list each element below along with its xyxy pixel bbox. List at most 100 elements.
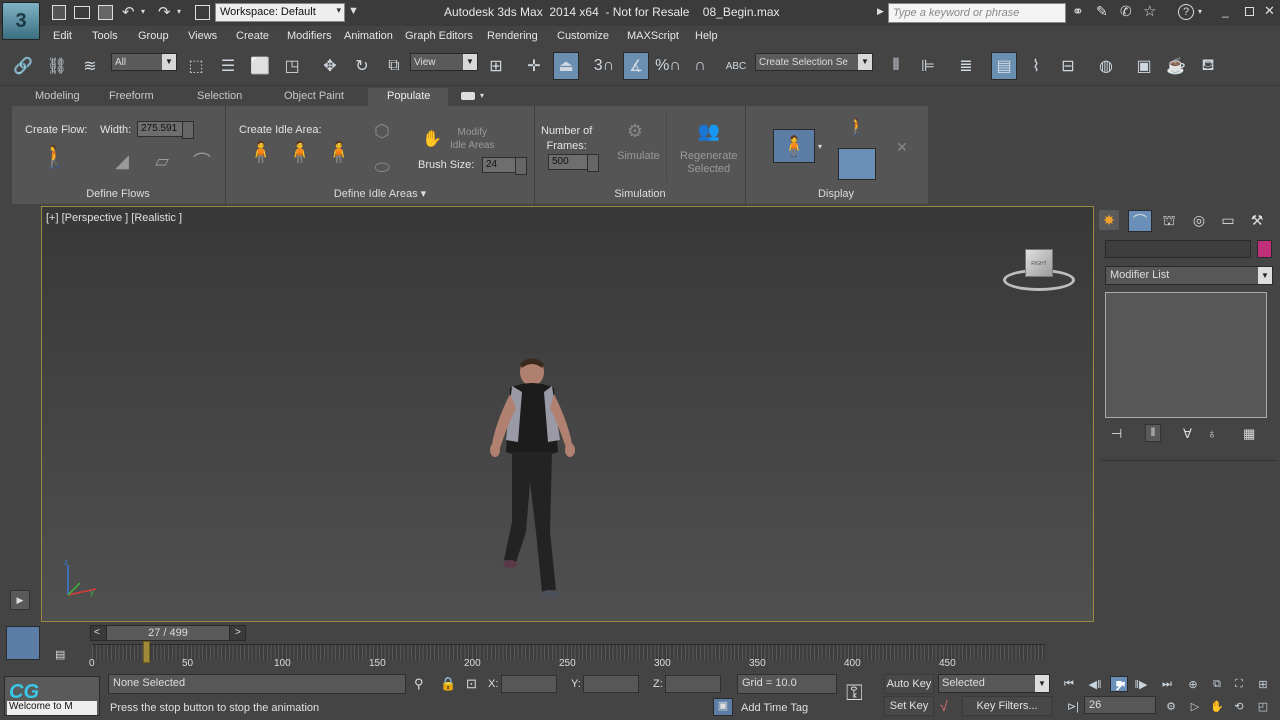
close-icon[interactable]: ✕ (1264, 3, 1275, 19)
simulate-label[interactable]: Simulate (617, 150, 660, 162)
search-input[interactable]: Type a keyword or phrase (888, 3, 1066, 23)
object-color-swatch[interactable] (1257, 240, 1272, 258)
render-setup-icon[interactable]: ▣ (1131, 52, 1157, 80)
named-selection-set-dropdown[interactable]: Create Selection Se ▼ (755, 53, 873, 71)
undo-icon[interactable]: ↶ (122, 3, 135, 21)
mini-curve-editor-button[interactable] (6, 626, 40, 660)
pan-view-icon[interactable]: ✋ (1208, 698, 1226, 714)
search-expand-icon[interactable]: ▶ (877, 6, 884, 17)
chevron-down-icon[interactable]: ▾ (818, 142, 822, 151)
idle-area-freeform-icon[interactable]: 🧍 (324, 136, 354, 170)
next-frame-icon[interactable]: ‖▶ (1132, 676, 1150, 692)
idle-area-rect-icon[interactable]: 🧍 (246, 136, 276, 170)
menu-views[interactable]: Views (188, 30, 217, 42)
track-bar-toggle-icon[interactable]: ▤ (55, 648, 65, 661)
window-crossing-icon[interactable]: ◳ (279, 52, 305, 80)
undo-dropdown-icon[interactable]: ▾ (141, 7, 145, 16)
ribbon-minimize-icon[interactable] (461, 92, 475, 100)
link-icon[interactable]: 🔗 (10, 52, 36, 80)
select-manipulate-icon[interactable]: ✛ (521, 52, 547, 80)
minimize-icon[interactable]: _ (1222, 4, 1229, 18)
modifier-list-dropdown[interactable]: Modifier List ▼ (1105, 266, 1273, 285)
menu-customize[interactable]: Customize (557, 30, 609, 42)
make-unique-icon[interactable]: ∀ (1183, 426, 1192, 442)
chevron-down-icon[interactable]: ▾ (480, 91, 484, 100)
help-icon[interactable]: ? (1178, 4, 1194, 20)
idle-area-circle-icon[interactable]: 🧍 (285, 136, 315, 170)
mirror-icon[interactable]: ⫴ (883, 52, 909, 80)
menu-create[interactable]: Create (236, 30, 269, 42)
menu-animation[interactable]: Animation (344, 30, 393, 42)
reference-coordinate-dropdown[interactable]: View ▼ (410, 53, 478, 71)
field-of-view-icon[interactable]: ▷ (1186, 698, 1204, 714)
play-viewport-icon[interactable]: ▶ (10, 590, 30, 610)
modify-tab-icon[interactable]: ⌒ (1128, 210, 1152, 232)
menu-modifiers[interactable]: Modifiers (287, 30, 332, 42)
key-icon[interactable]: ⚿ (846, 680, 863, 706)
project-folder-icon[interactable] (195, 5, 210, 20)
tab-selection[interactable]: Selection (197, 90, 242, 102)
brush-size-spinner[interactable]: 24 (482, 157, 527, 175)
menu-help[interactable]: Help (695, 30, 718, 42)
align-icon[interactable]: ⊫ (915, 52, 941, 80)
spinner-snap-icon[interactable]: ∩ (687, 52, 713, 80)
regenerate-selected-icon[interactable]: 👥 (694, 114, 724, 148)
time-slider-next[interactable]: > (235, 627, 241, 638)
zoom-all-icon[interactable]: ⧉ (1208, 676, 1226, 692)
edit-named-selection-icon[interactable]: ABC (723, 52, 749, 80)
rendered-frame-window-icon[interactable]: ☕ (1163, 52, 1189, 80)
default-tangent-icon[interactable]: √ (940, 698, 948, 714)
number-of-frames-spinner[interactable]: 500 (548, 154, 599, 172)
modifier-stack[interactable] (1105, 292, 1267, 418)
viewcube[interactable]: RIGHT (1003, 249, 1075, 295)
scene-explorer-icon[interactable]: ▤ (991, 52, 1017, 80)
tab-modeling[interactable]: Modeling (35, 90, 80, 102)
key-mode-dropdown[interactable]: Selected ▼ (938, 674, 1050, 693)
pivot-center-icon[interactable]: ⊞ (483, 52, 509, 80)
redo-icon[interactable]: ↷ (158, 3, 171, 21)
go-to-start-icon[interactable]: ⏮ (1060, 676, 1078, 692)
schematic-view-icon[interactable]: ⊟ (1055, 52, 1081, 80)
help-dropdown-icon[interactable]: ▾ (1198, 7, 1202, 16)
bind-space-warp-icon[interactable]: ≋ (77, 52, 103, 80)
new-file-icon[interactable] (52, 5, 66, 20)
menu-graph-editors[interactable]: Graph Editors (405, 30, 473, 42)
object-name-field[interactable] (1105, 240, 1251, 258)
remove-modifier-icon[interactable]: ♁ (1207, 426, 1217, 441)
display-people-icon[interactable]: 🧍 (773, 129, 815, 163)
pin-stack-icon[interactable]: ⊣ (1111, 426, 1122, 442)
tab-freeform[interactable]: Freeform (109, 90, 154, 102)
app-logo-icon[interactable]: 3 (2, 2, 40, 40)
key-mode-toggle-icon[interactable]: ⊳| (1064, 698, 1082, 714)
auto-key-button[interactable]: Auto Key (884, 674, 934, 694)
unlink-icon[interactable]: ⛓ (44, 52, 70, 80)
hierarchy-tab-icon[interactable]: ⛫ (1159, 210, 1179, 230)
set-key-button[interactable]: Set Key (884, 696, 934, 716)
restore-icon[interactable] (1245, 7, 1254, 16)
x-coordinate-field[interactable] (501, 675, 557, 693)
quick-access-dropdown-icon[interactable]: ▼ (348, 5, 359, 17)
time-tag-icon[interactable]: ▣ (713, 698, 733, 716)
maxscript-listener[interactable]: Welcome to M CG (4, 676, 100, 716)
selection-filter-dropdown[interactable]: All ▼ (111, 53, 177, 71)
current-frame-field[interactable]: 26 (1084, 696, 1156, 714)
simulate-icon[interactable]: ⚙ (620, 114, 650, 148)
communication-center-icon[interactable]: ✆ (1120, 3, 1132, 20)
width-spinner[interactable]: 275.591 (137, 121, 194, 139)
curve-editor-icon[interactable]: ⌇ (1023, 52, 1049, 80)
layer-manager-icon[interactable]: ≣ (953, 52, 979, 80)
tab-object-paint[interactable]: Object Paint (284, 90, 344, 102)
key-filters-button[interactable]: Key Filters... (962, 696, 1052, 716)
render-production-icon[interactable]: ⛾ (1195, 52, 1221, 80)
select-object-icon[interactable]: ⬚ (183, 52, 209, 80)
menu-rendering[interactable]: Rendering (487, 30, 538, 42)
show-end-result-icon[interactable]: ‖ (1145, 424, 1161, 442)
favorites-star-icon[interactable]: ☆ (1143, 2, 1156, 20)
tools-icon[interactable]: ✎ (1096, 3, 1108, 20)
time-slider-prev[interactable]: < (94, 627, 100, 638)
time-slider-thumb[interactable]: 27 / 499 (106, 625, 230, 641)
binoculars-icon[interactable]: ⚭ (1072, 3, 1084, 20)
create-flow-icon[interactable]: 🚶 (40, 140, 70, 174)
open-file-icon[interactable] (74, 6, 90, 19)
perspective-viewport[interactable]: [+] [Perspective ] [Realistic ] RIGHT z … (41, 206, 1094, 622)
